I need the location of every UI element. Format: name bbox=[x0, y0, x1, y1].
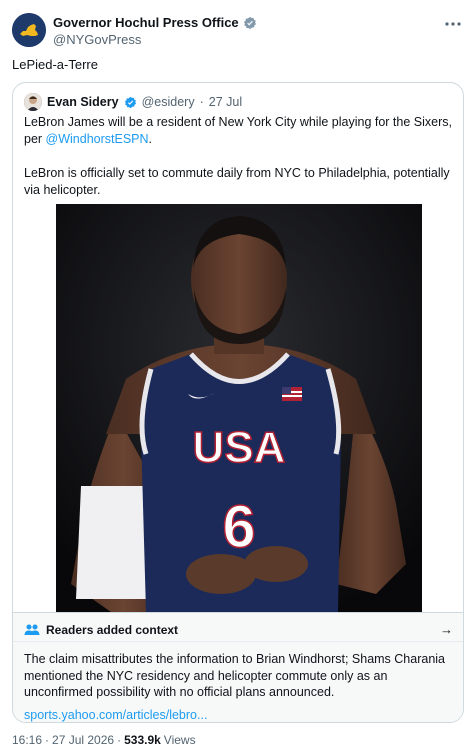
player-photo-image: USA 6 bbox=[56, 204, 422, 612]
community-note-body: The claim misattributes the information … bbox=[24, 652, 446, 699]
mention-link[interactable]: @WindhorstESPN bbox=[46, 132, 149, 146]
community-note-title: Readers added context bbox=[46, 623, 179, 637]
quoted-author-name: Evan Sidery bbox=[47, 95, 119, 109]
author-name-row: Governor Hochul Press Office bbox=[53, 15, 257, 30]
jersey-text: USA bbox=[193, 423, 286, 472]
quoted-post-header: Evan Sidery @esidery · 27 Jul bbox=[24, 93, 242, 111]
jersey-number: 6 bbox=[222, 493, 255, 560]
community-note-source-link[interactable]: sports.yahoo.com/articles/lebro... bbox=[24, 708, 207, 722]
quoted-text-line2: LeBron is officially set to commute dail… bbox=[24, 166, 450, 197]
quoted-post-photo[interactable]: USA 6 bbox=[56, 204, 422, 612]
quoted-text-line1-suffix: . bbox=[148, 132, 153, 146]
post-meta: 16:16 · 27 Jul 2026 · 533.9k Views bbox=[12, 733, 196, 747]
views-count: 533.9k bbox=[124, 733, 161, 747]
post-text: LePied-a-Terre bbox=[12, 57, 98, 72]
verified-badge-icon bbox=[124, 96, 136, 108]
quoted-post-text: LeBron James will be a resident of New Y… bbox=[24, 114, 456, 199]
arrow-right-icon[interactable]: → bbox=[440, 622, 453, 637]
community-note-header: Readers added context bbox=[24, 623, 178, 637]
post-time[interactable]: 16:16 bbox=[12, 733, 42, 747]
meta-separator: · bbox=[45, 733, 50, 747]
separator-dot: · bbox=[199, 95, 204, 109]
meta-separator: · bbox=[117, 733, 122, 747]
views-label: Views bbox=[163, 733, 196, 747]
quoted-author-handle: @esidery bbox=[141, 95, 195, 109]
ny-state-logo-icon bbox=[12, 13, 46, 47]
post-date[interactable]: 27 Jul 2026 bbox=[52, 733, 114, 747]
quoted-post[interactable]: Evan Sidery @esidery · 27 Jul LeBron Jam… bbox=[12, 82, 464, 723]
author-name[interactable]: Governor Hochul Press Office bbox=[53, 15, 239, 30]
community-note-divider bbox=[13, 641, 463, 642]
author-handle[interactable]: @NYGovPress bbox=[53, 32, 141, 47]
quoted-post-date: 27 Jul bbox=[208, 95, 243, 109]
post-header: Governor Hochul Press Office @NYGovPress bbox=[12, 13, 464, 49]
community-note[interactable]: Readers added context → The claim misatt… bbox=[13, 612, 463, 722]
quoted-author-avatar bbox=[24, 93, 42, 111]
author-avatar[interactable] bbox=[12, 13, 46, 47]
more-horizontal-icon[interactable] bbox=[444, 15, 462, 38]
people-icon bbox=[24, 624, 40, 635]
verified-badge-icon bbox=[243, 16, 256, 29]
